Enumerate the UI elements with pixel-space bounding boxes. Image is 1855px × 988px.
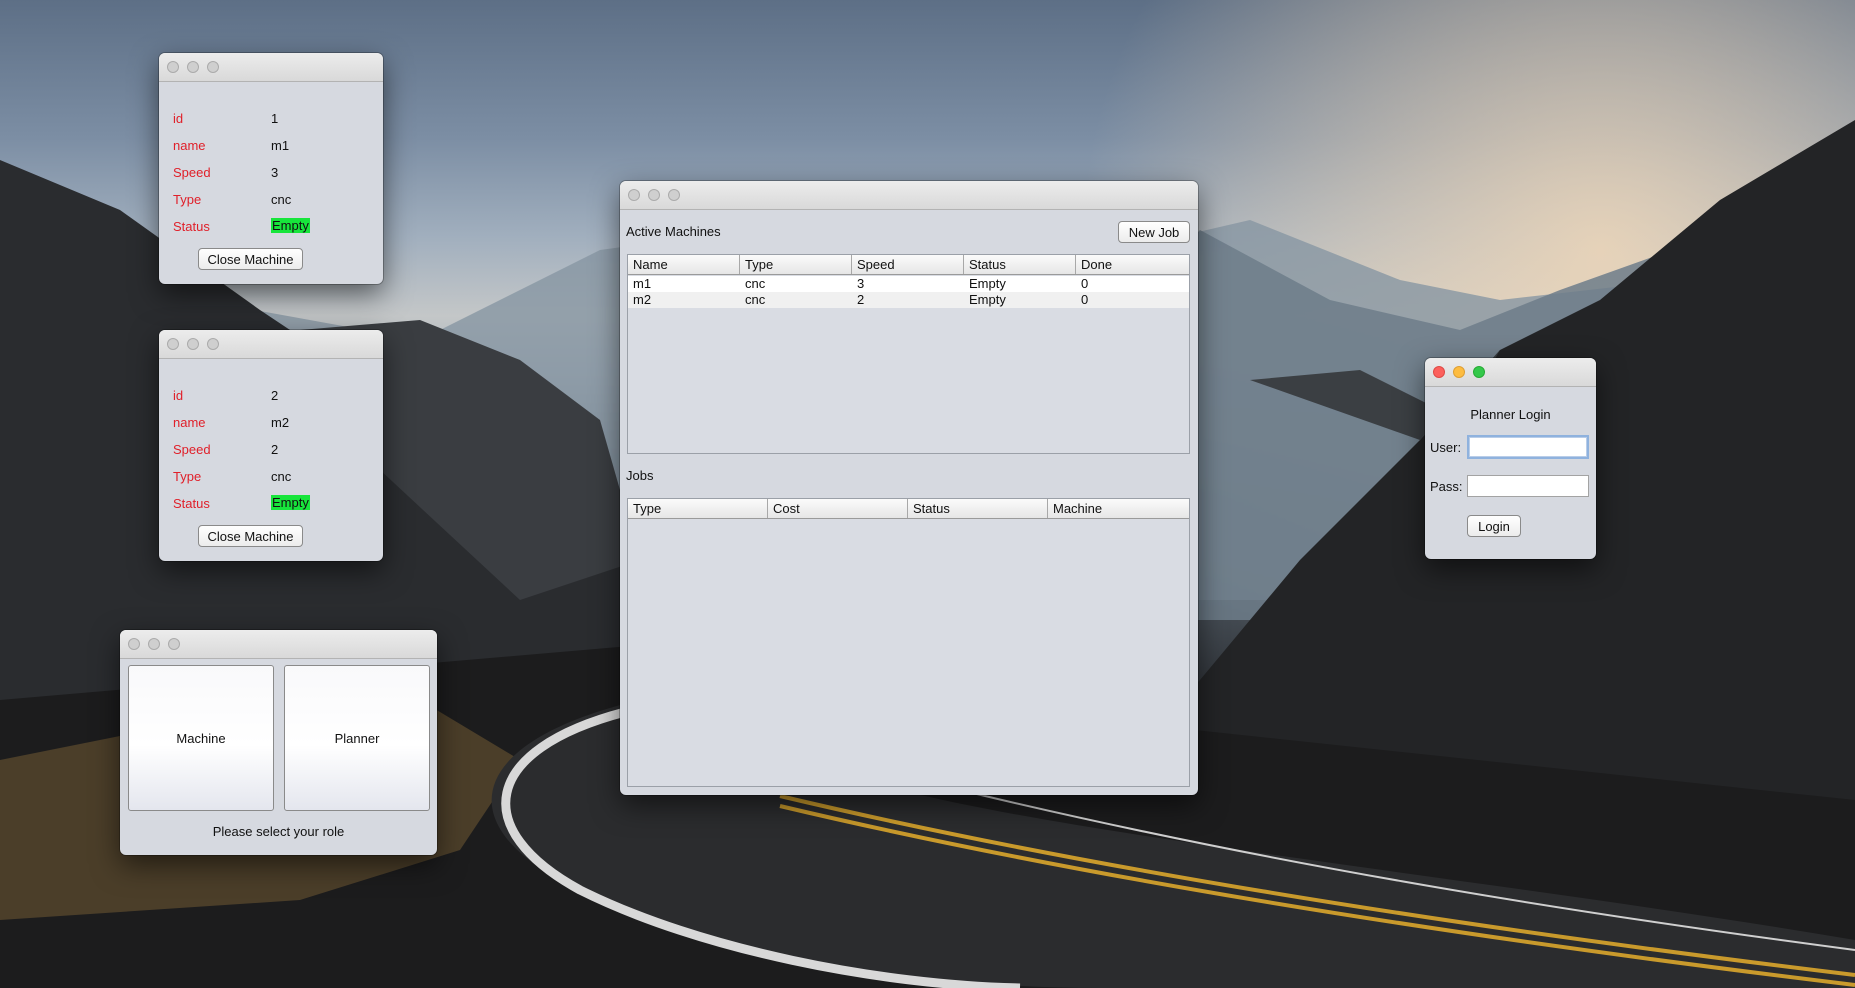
name-value: m1 (271, 138, 290, 153)
name-value: m2 (271, 415, 290, 430)
titlebar[interactable] (120, 630, 437, 659)
close-machine-button[interactable]: Close Machine (198, 525, 303, 547)
pass-label: Pass: (1430, 479, 1463, 494)
column-header[interactable]: Type (740, 255, 852, 274)
titlebar[interactable] (159, 330, 383, 359)
column-header[interactable]: Name (628, 255, 740, 274)
planner-window: Active Machines New Job Name Type Speed … (620, 181, 1198, 795)
zoom-window-icon[interactable] (207, 61, 219, 73)
speed-label: Speed (173, 442, 211, 457)
role-prompt: Please select your role (212, 824, 345, 839)
table-cell: m2 (633, 292, 652, 307)
table-cell: Empty (969, 292, 1006, 307)
column-header[interactable]: Type (628, 499, 768, 518)
speed-label: Speed (173, 165, 211, 180)
role-select-window: Machine Planner Please select your role (120, 630, 437, 855)
close-window-icon[interactable] (167, 61, 179, 73)
column-header[interactable]: Speed (852, 255, 964, 274)
titlebar[interactable] (159, 53, 383, 82)
close-window-icon[interactable] (628, 189, 640, 201)
machine-role-button[interactable]: Machine (128, 665, 274, 811)
table-header: Type Cost Status Machine (628, 499, 1189, 519)
table-row[interactable]: m1 cnc 3 Empty 0 (628, 276, 1189, 292)
minimize-window-icon[interactable] (648, 189, 660, 201)
table-cell: m1 (633, 276, 652, 291)
status-label: Status (173, 496, 210, 511)
column-header[interactable]: Done (1076, 255, 1189, 274)
id-value: 2 (271, 388, 279, 403)
new-job-button[interactable]: New Job (1118, 221, 1190, 243)
machine-window-2: id 2 name m2 Speed 2 Type cnc Status Emp… (159, 330, 383, 561)
type-label: Type (173, 469, 202, 484)
table-cell: cnc (745, 292, 766, 307)
user-field[interactable] (1467, 435, 1589, 459)
jobs-table: Type Cost Status Machine (627, 498, 1190, 787)
table-header: Name Type Speed Status Done (628, 255, 1189, 275)
titlebar[interactable] (1425, 358, 1596, 387)
name-label: name (173, 415, 206, 430)
speed-value: 3 (271, 165, 279, 180)
login-title: Planner Login (1470, 407, 1551, 422)
name-label: name (173, 138, 206, 153)
machine-window-1: id 1 name m1 Speed 3 Type cnc Status Emp… (159, 53, 383, 284)
zoom-window-icon[interactable] (668, 189, 680, 201)
status-badge: Empty (271, 218, 310, 233)
close-window-icon[interactable] (128, 638, 140, 650)
column-header[interactable]: Cost (768, 499, 908, 518)
minimize-window-icon[interactable] (148, 638, 160, 650)
status-label: Status (173, 219, 210, 234)
close-window-icon[interactable] (167, 338, 179, 350)
type-value: cnc (271, 192, 292, 207)
table-cell: 0 (1081, 292, 1089, 307)
minimize-window-icon[interactable] (1453, 366, 1465, 378)
user-input[interactable] (1469, 437, 1587, 457)
column-header[interactable]: Status (964, 255, 1076, 274)
id-label: id (173, 388, 184, 403)
column-header[interactable]: Status (908, 499, 1048, 518)
machines-table: Name Type Speed Status Done m1 cnc 3 Emp… (627, 254, 1190, 454)
close-machine-button[interactable]: Close Machine (198, 248, 303, 270)
active-machines-heading: Active Machines (626, 224, 721, 239)
planner-role-button[interactable]: Planner (284, 665, 430, 811)
table-cell: cnc (745, 276, 766, 291)
minimize-window-icon[interactable] (187, 61, 199, 73)
type-value: cnc (271, 469, 292, 484)
table-cell: 0 (1081, 276, 1089, 291)
table-row[interactable]: m2 cnc 2 Empty 0 (628, 292, 1189, 308)
titlebar[interactable] (620, 181, 1198, 210)
column-header[interactable]: Machine (1048, 499, 1189, 518)
pass-input[interactable] (1468, 476, 1588, 496)
pass-field[interactable] (1467, 475, 1589, 497)
minimize-window-icon[interactable] (187, 338, 199, 350)
jobs-heading: Jobs (626, 468, 654, 483)
close-window-icon[interactable] (1433, 366, 1445, 378)
table-cell: 2 (857, 292, 865, 307)
planner-login-window: Planner Login User: Pass: Login (1425, 358, 1596, 559)
speed-value: 2 (271, 442, 279, 457)
table-cell: 3 (857, 276, 865, 291)
id-value: 1 (271, 111, 279, 126)
id-label: id (173, 111, 184, 126)
zoom-window-icon[interactable] (207, 338, 219, 350)
status-badge: Empty (271, 495, 310, 510)
user-label: User: (1430, 440, 1462, 455)
type-label: Type (173, 192, 202, 207)
zoom-window-icon[interactable] (1473, 366, 1485, 378)
login-button[interactable]: Login (1467, 515, 1521, 537)
zoom-window-icon[interactable] (168, 638, 180, 650)
table-cell: Empty (969, 276, 1006, 291)
